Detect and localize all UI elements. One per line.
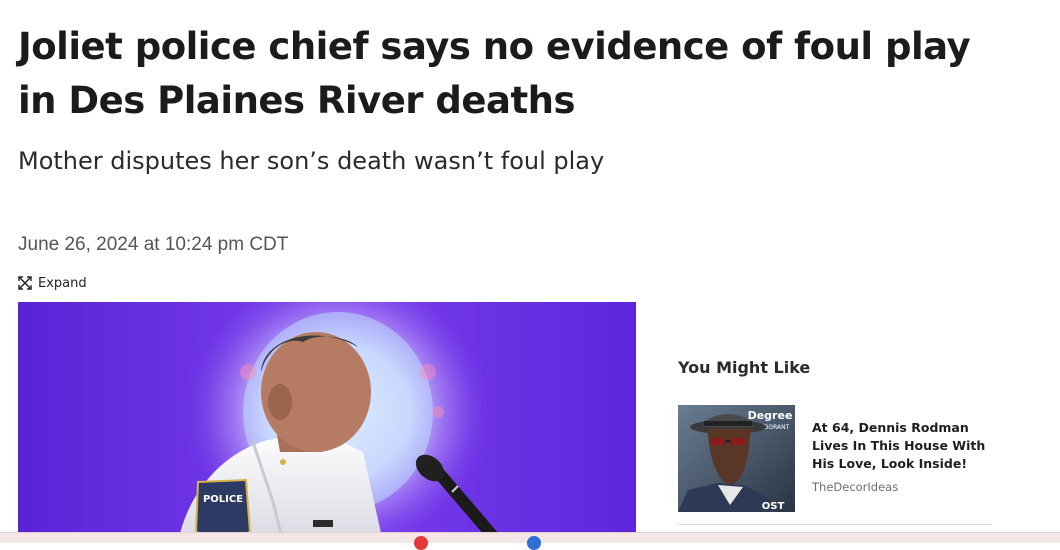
photo-icon: POLICE	[18, 302, 636, 542]
article-headline: Joliet police chief says no evidence of …	[18, 25, 971, 122]
card-title[interactable]: At 64, Dennis Rodman Lives In This House…	[812, 419, 992, 473]
bottom-bar-blue-icon	[527, 536, 541, 550]
hero-photo[interactable]: POLICE	[18, 302, 636, 542]
sidebar-title: You Might Like	[678, 358, 811, 377]
bottom-ad-bar	[0, 532, 1060, 550]
sidebar-divider	[678, 524, 992, 525]
article-subheadline: Mother disputes her son’s death wasn’t f…	[18, 147, 605, 175]
thumb-corner-text: OST	[762, 501, 785, 512]
expand-label: Expand	[38, 275, 87, 291]
article-dateline: June 26, 2024 at 10:24 pm CDT	[18, 234, 289, 255]
thumb-brand-text: Degree	[748, 409, 793, 422]
card-thumbnail: Degree DEODORANT OST	[678, 405, 795, 512]
recommended-card[interactable]: Degree DEODORANT OST At 64, Dennis Rodma…	[678, 405, 992, 513]
bottom-bar-red-icon	[414, 536, 428, 550]
expand-icon	[18, 276, 32, 290]
police-patch: POLICE	[203, 494, 243, 505]
card-source: TheDecorIdeas	[812, 480, 899, 494]
expand-image-button[interactable]: Expand	[18, 274, 87, 292]
